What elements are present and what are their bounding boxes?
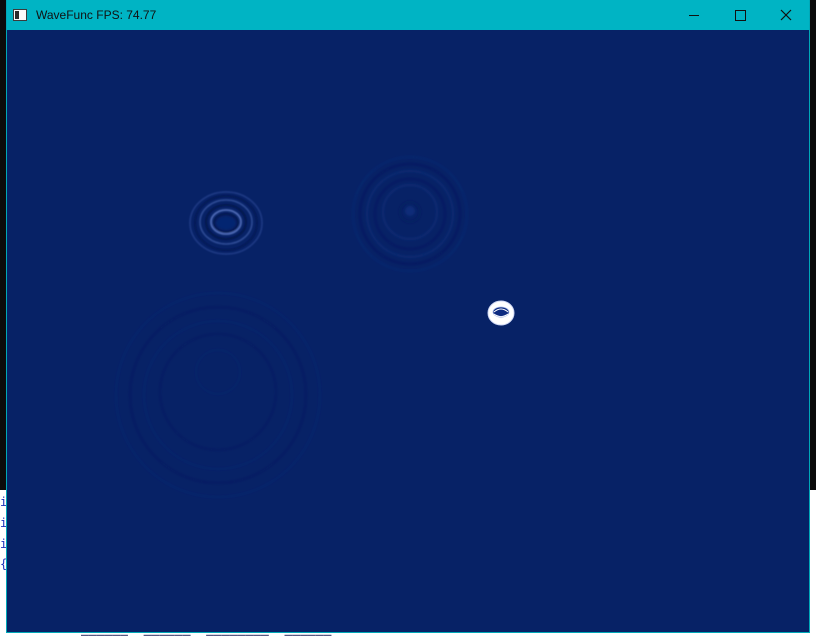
app-icon[interactable]: [13, 9, 27, 21]
maximize-button[interactable]: [717, 0, 763, 30]
eye-icon[interactable]: [487, 300, 515, 326]
wave-field: [115, 156, 515, 498]
ripple-lower-left: [115, 292, 321, 498]
close-button[interactable]: [763, 0, 809, 30]
background-terminal-strip-right: [808, 0, 816, 490]
wavefunc-window: WaveFunc FPS: 74.77: [7, 0, 809, 632]
window-titlebar[interactable]: WaveFunc FPS: 74.77: [7, 0, 809, 30]
close-icon: [780, 9, 792, 21]
maximize-icon: [734, 9, 746, 21]
ripple-center: [352, 156, 468, 272]
window-title: WaveFunc FPS: 74.77: [36, 8, 157, 22]
minimize-button[interactable]: [671, 0, 717, 30]
minimize-icon: [689, 14, 699, 16]
ripple-left: [189, 191, 263, 255]
simulation-canvas[interactable]: [8, 30, 808, 631]
